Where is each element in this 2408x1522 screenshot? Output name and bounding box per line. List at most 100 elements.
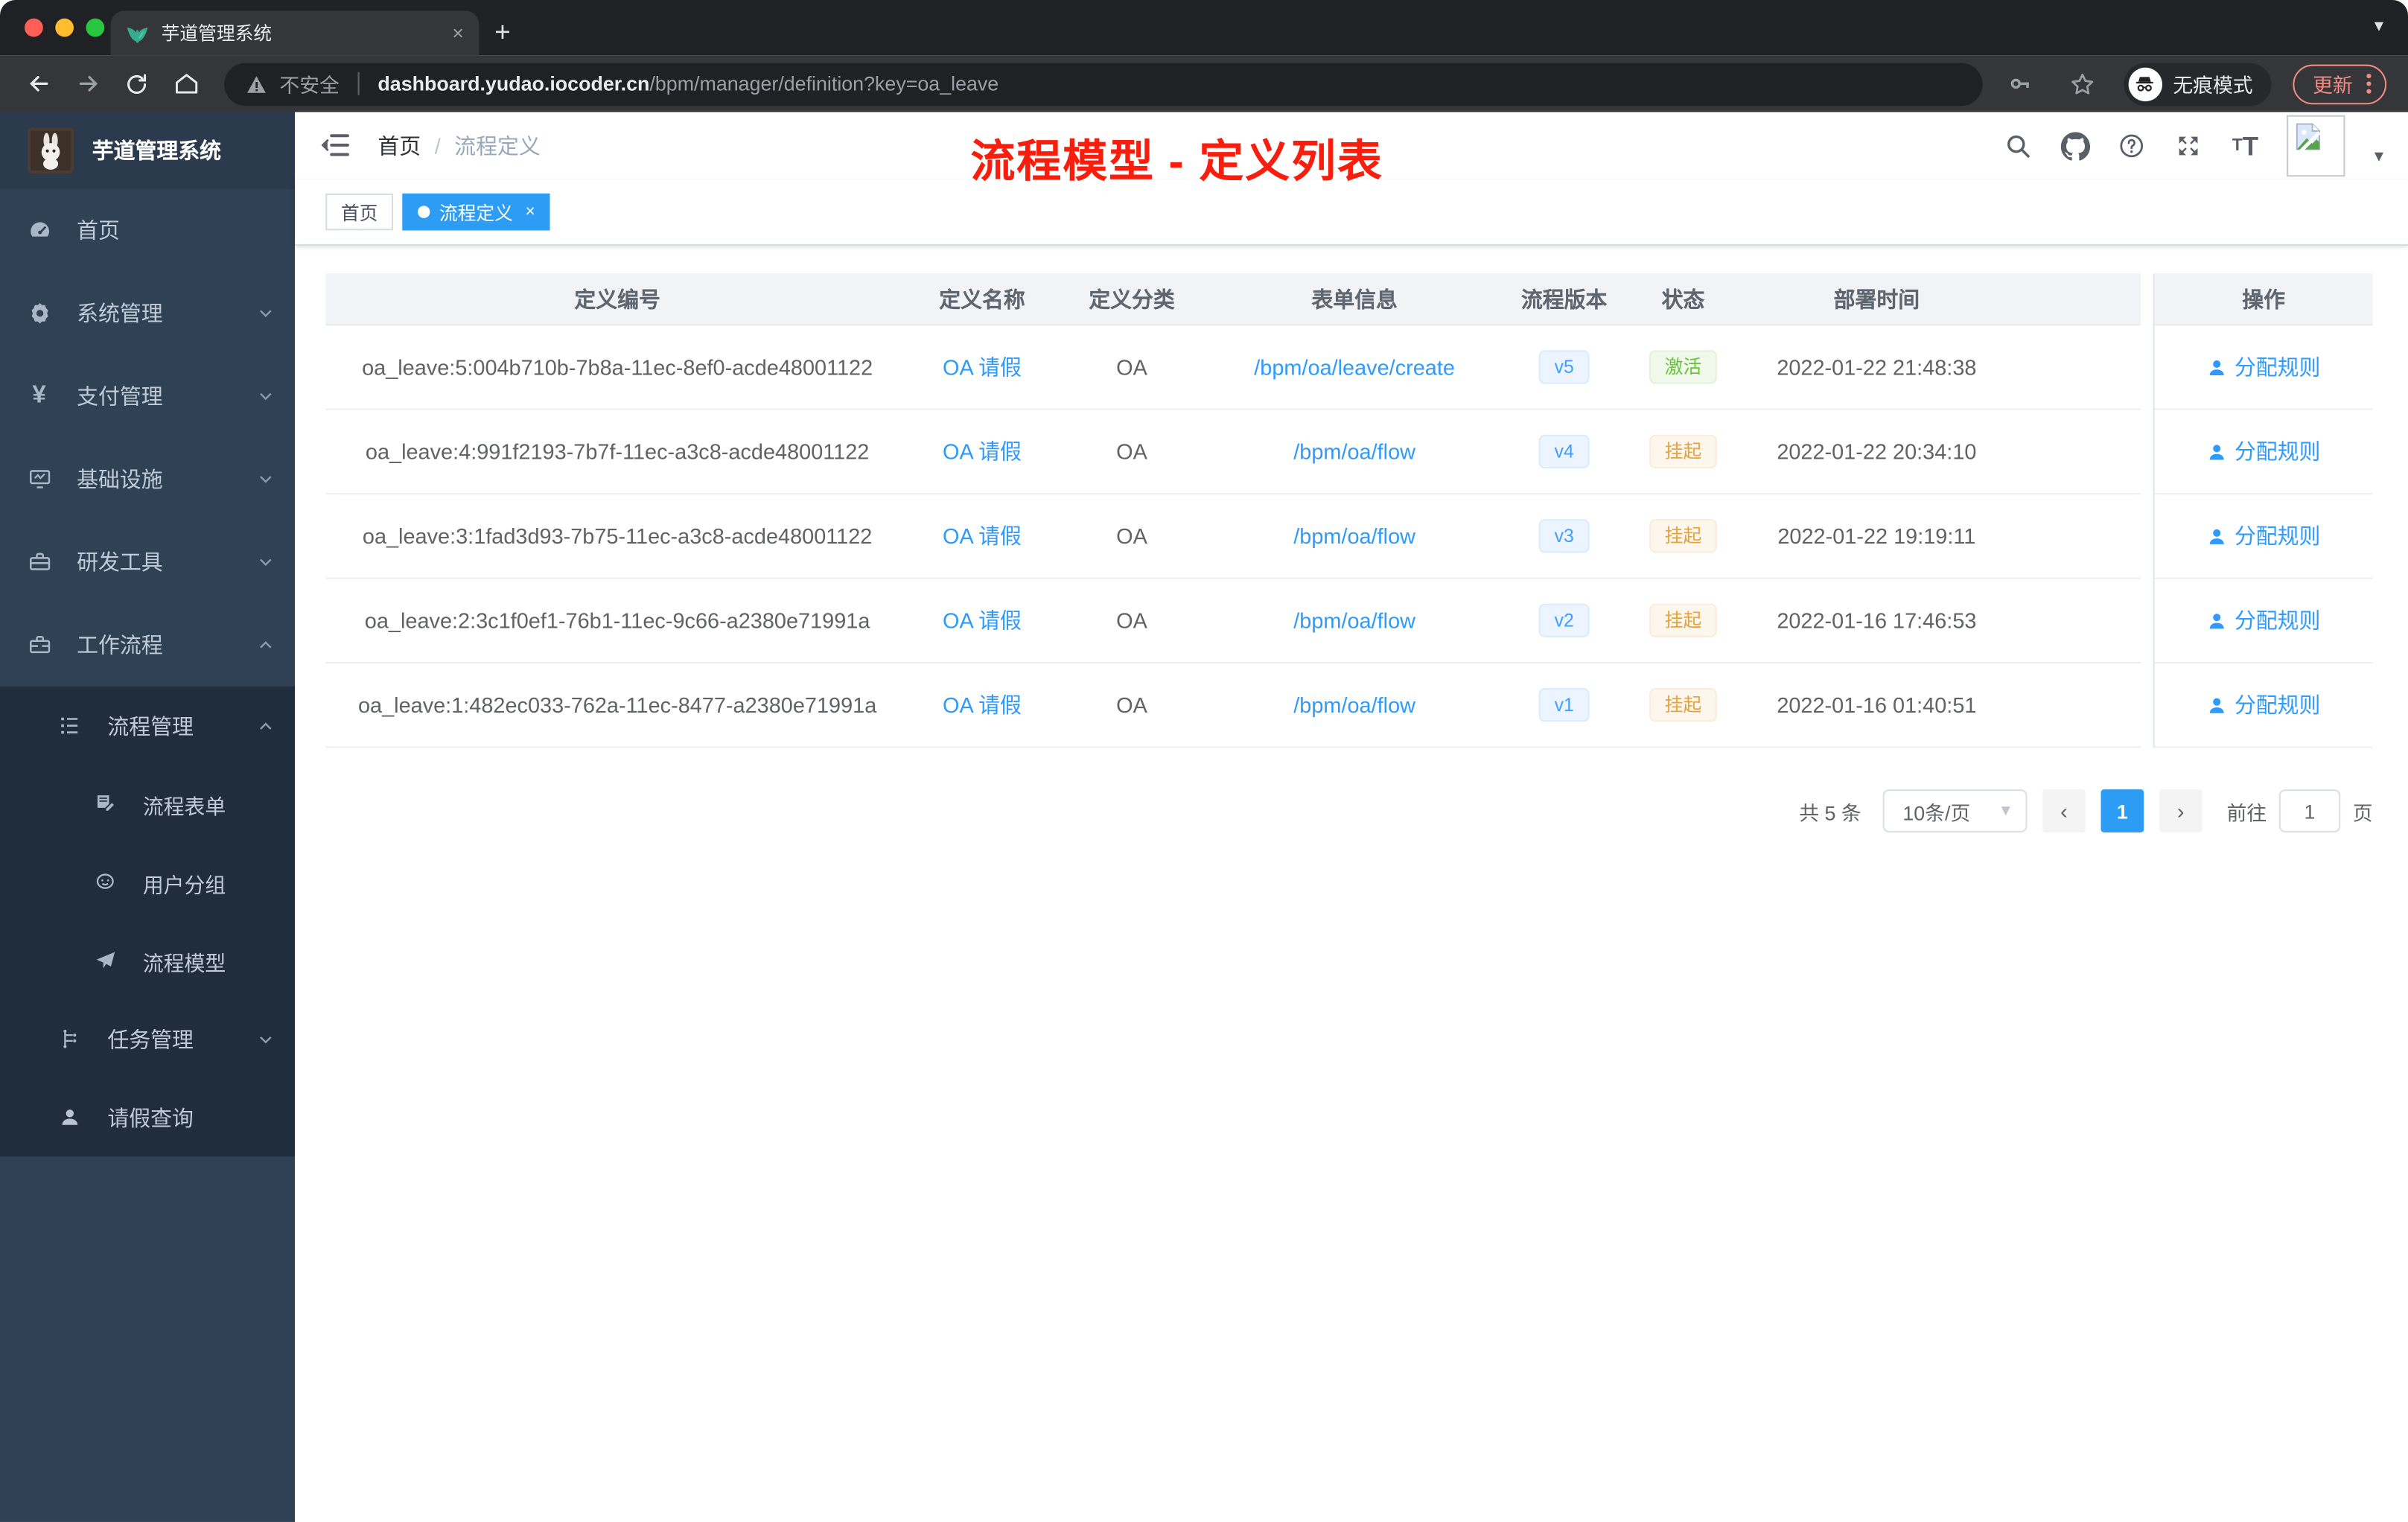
definition-name-link[interactable]: OA 请假	[943, 520, 1022, 551]
sidebar-item-label: 用户分组	[142, 873, 226, 897]
sidebar-item-home[interactable]: 首页	[0, 189, 295, 272]
avatar[interactable]	[2287, 115, 2345, 177]
address-bar[interactable]: 不安全 dashboard.yudao.iocoder.cn/bpm/manag…	[224, 62, 1983, 106]
tag-home[interactable]: 首页	[325, 193, 394, 231]
person-icon	[2209, 528, 2224, 544]
sidebar-item-process-model[interactable]: 流程模型	[0, 922, 295, 1000]
next-page-button[interactable]: ›	[2159, 789, 2202, 832]
chevron-down-icon	[260, 476, 272, 483]
person-icon	[2209, 613, 2224, 628]
url-path: /bpm/manager/definition?key=oa_leave	[649, 71, 999, 95]
breadcrumb-separator: /	[434, 133, 441, 159]
version-badge: v3	[1538, 519, 1590, 553]
column-header: 流程版本	[1520, 286, 1608, 311]
form-link[interactable]: /bpm/oa/flow	[1293, 523, 1415, 548]
version-badge: v4	[1538, 434, 1590, 469]
assign-rule-link[interactable]: 分配规则	[2207, 436, 2320, 467]
form-link[interactable]: /bpm/oa/flow	[1293, 692, 1415, 717]
sidebar-item-user-group[interactable]: 用户分组	[0, 843, 295, 921]
sidebar-item-payment[interactable]: ¥ 支付管理	[0, 354, 295, 437]
goto-page-input[interactable]	[2278, 789, 2341, 832]
table-row: oa_leave:2:3c1f0ef1-76b1-11ec-9c66-a2380…	[325, 579, 2141, 663]
forward-button[interactable]	[68, 64, 108, 104]
sidebar-item-task-mgmt[interactable]: 任务管理	[0, 1000, 295, 1078]
status-cell: 挂起	[1628, 519, 1739, 553]
sidebar-item-workflow[interactable]: 工作流程	[0, 604, 295, 687]
form-link[interactable]: /bpm/oa/flow	[1293, 608, 1415, 633]
close-window-button[interactable]	[25, 18, 43, 37]
table-row: oa_leave:1:482ec033-762a-11ec-8477-a2380…	[325, 663, 2141, 748]
reload-button[interactable]	[117, 64, 157, 104]
github-icon[interactable]	[2060, 130, 2090, 161]
page-unit-label: 页	[2352, 800, 2373, 824]
search-icon[interactable]	[2003, 130, 2033, 161]
definition-name-link[interactable]: OA 请假	[943, 605, 1022, 636]
sidebar-item-devtools[interactable]: 研发工具	[0, 520, 295, 603]
tree-icon	[57, 1026, 83, 1052]
assign-rule-link[interactable]: 分配规则	[2207, 690, 2321, 720]
window-controls	[25, 18, 105, 37]
sidebar-item-system[interactable]: 系统管理	[0, 272, 295, 354]
sidebar-item-leave-query[interactable]: 请假查询	[0, 1078, 295, 1156]
url-text[interactable]: dashboard.yudao.iocoder.cn/bpm/manager/d…	[378, 72, 998, 95]
assign-rule-link[interactable]: 分配规则	[2207, 605, 2321, 636]
assign-rule-link[interactable]: 分配规则	[2207, 351, 2320, 382]
avatar-dropdown-caret-icon[interactable]: ▼	[2372, 148, 2386, 165]
sidebar-item-label: 流程模型	[142, 951, 226, 975]
passwords-key-icon[interactable]	[2001, 64, 2041, 104]
browser-menu-icon[interactable]	[2366, 74, 2372, 94]
definition-category-cell: OA	[1116, 608, 1147, 633]
definition-id-cell: oa_leave:3:1fad3d93-7b75-11ec-a3c8-acde4…	[362, 523, 873, 549]
sidebar-item-label: 请假查询	[107, 1104, 194, 1130]
assign-rule-link[interactable]: 分配规则	[2207, 520, 2320, 551]
assign-rule-label: 分配规则	[2234, 608, 2321, 633]
fullscreen-icon[interactable]	[2173, 130, 2204, 161]
browser-toolbar: 不安全 dashboard.yudao.iocoder.cn/bpm/manag…	[0, 55, 2408, 112]
browser-tab[interactable]: 芋道管理系统 ×	[110, 10, 480, 56]
column-header: 状态	[1661, 286, 1705, 311]
prev-page-button[interactable]: ‹	[2042, 789, 2086, 832]
table-fixed-action-column: 操作 分配规则 分配规则 分配规则 分配规则 分配规则	[2153, 273, 2373, 748]
sidebar-item-label: 系统管理	[77, 301, 163, 326]
font-size-icon[interactable]: TT	[2230, 130, 2261, 161]
definition-name-link[interactable]: OA 请假	[943, 351, 1022, 382]
form-link[interactable]: /bpm/oa/leave/create	[1254, 354, 1455, 379]
status-badge: 挂起	[1649, 519, 1717, 553]
sidebar-item-infra[interactable]: 基础设施	[0, 438, 295, 520]
form-info-cell: /bpm/oa/flow	[1208, 692, 1500, 717]
browser-update-button[interactable]: 更新	[2293, 63, 2387, 104]
security-label[interactable]: 不安全	[279, 69, 339, 98]
zoom-window-button[interactable]	[86, 18, 105, 37]
version-badge: v5	[1538, 350, 1590, 384]
toolbox-icon	[26, 549, 52, 575]
sidebar-item-process-mgmt[interactable]: 流程管理	[0, 687, 295, 765]
tag-process-definition[interactable]: 流程定义 ×	[402, 193, 551, 231]
people-icon	[92, 869, 118, 895]
definition-name-link[interactable]: OA 请假	[943, 690, 1022, 720]
sidebar-logo[interactable]: 芋道管理系统	[0, 112, 295, 189]
minimize-window-button[interactable]	[55, 18, 74, 37]
definition-name-link[interactable]: OA 请假	[943, 436, 1022, 467]
tag-close-icon[interactable]: ×	[525, 203, 535, 221]
page-number-1[interactable]: 1	[2100, 789, 2144, 832]
page-size-select[interactable]: 10条/页 ▼	[1882, 789, 2028, 832]
tab-close-icon[interactable]: ×	[452, 22, 464, 45]
help-icon[interactable]	[2116, 130, 2147, 161]
assign-rule-label: 分配规则	[2234, 692, 2321, 718]
not-secure-warning-icon[interactable]	[246, 74, 267, 93]
form-link[interactable]: /bpm/oa/flow	[1293, 439, 1415, 464]
deploy-time-cell: 2022-01-16 01:40:51	[1777, 692, 1977, 718]
sidebar-item-process-form[interactable]: 流程表单	[0, 765, 295, 843]
sidebar-toggle-hamburger-icon[interactable]	[319, 129, 353, 162]
bookmark-star-icon[interactable]	[2063, 64, 2103, 104]
home-button[interactable]	[166, 64, 206, 104]
logo-avatar	[28, 127, 74, 174]
action-cell: 分配规则	[2154, 325, 2373, 410]
version-cell: v4	[1500, 434, 1628, 469]
back-button[interactable]	[19, 64, 59, 104]
tab-search-caret-icon[interactable]: ▼	[2372, 19, 2386, 36]
deploy-time-cell: 2022-01-22 20:34:10	[1777, 439, 1977, 464]
new-tab-button[interactable]: +	[494, 16, 511, 49]
definition-name-cell: OA 请假	[909, 351, 1055, 382]
breadcrumb-home[interactable]: 首页	[378, 130, 421, 161]
